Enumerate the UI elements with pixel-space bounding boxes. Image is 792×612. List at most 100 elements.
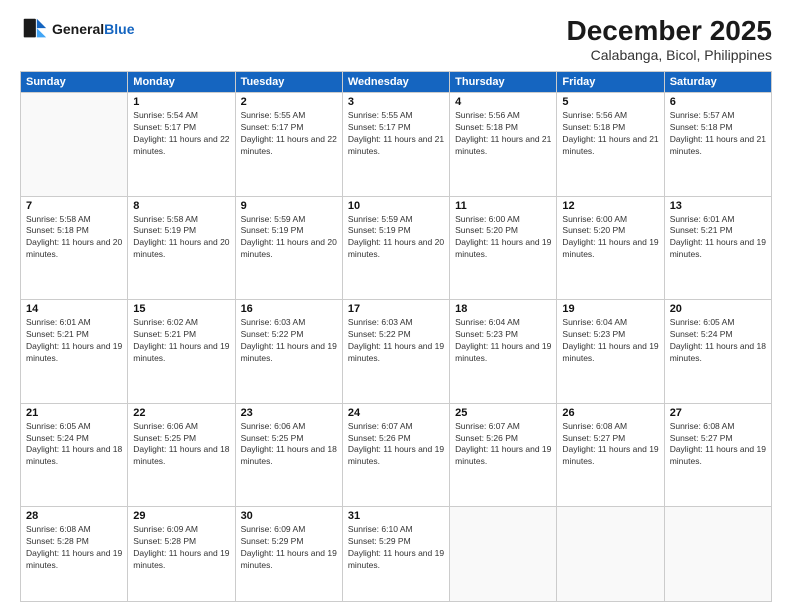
title-block: December 2025 Calabanga, Bicol, Philippi… [567, 15, 772, 63]
cell-info: Sunrise: 5:58 AMSunset: 5:18 PMDaylight:… [26, 214, 122, 260]
cell-info: Sunrise: 5:57 AMSunset: 5:18 PMDaylight:… [670, 110, 766, 156]
cell-info: Sunrise: 5:59 AMSunset: 5:19 PMDaylight:… [348, 214, 444, 260]
cell-info: Sunrise: 5:56 AMSunset: 5:18 PMDaylight:… [455, 110, 551, 156]
cell-info: Sunrise: 6:09 AMSunset: 5:28 PMDaylight:… [133, 524, 229, 570]
cell-info: Sunrise: 6:08 AMSunset: 5:28 PMDaylight:… [26, 524, 122, 570]
cell-info: Sunrise: 6:08 AMSunset: 5:27 PMDaylight:… [562, 421, 658, 467]
calendar-cell: 7 Sunrise: 5:58 AMSunset: 5:18 PMDayligh… [21, 196, 128, 300]
calendar-cell: 1 Sunrise: 5:54 AMSunset: 5:17 PMDayligh… [128, 93, 235, 197]
calendar-week-row: 1 Sunrise: 5:54 AMSunset: 5:17 PMDayligh… [21, 93, 772, 197]
day-number: 17 [348, 303, 444, 315]
calendar-cell: 23 Sunrise: 6:06 AMSunset: 5:25 PMDaylig… [235, 403, 342, 507]
day-number: 3 [348, 96, 444, 108]
day-number: 7 [26, 200, 122, 212]
cell-info: Sunrise: 5:55 AMSunset: 5:17 PMDaylight:… [241, 110, 337, 156]
weekday-header-wednesday: Wednesday [342, 72, 449, 93]
logo-icon [20, 15, 48, 43]
calendar-cell: 29 Sunrise: 6:09 AMSunset: 5:28 PMDaylig… [128, 507, 235, 602]
weekday-header-tuesday: Tuesday [235, 72, 342, 93]
cell-info: Sunrise: 6:01 AMSunset: 5:21 PMDaylight:… [670, 214, 766, 260]
day-number: 29 [133, 510, 229, 522]
calendar-week-row: 21 Sunrise: 6:05 AMSunset: 5:24 PMDaylig… [21, 403, 772, 507]
weekday-header-row: SundayMondayTuesdayWednesdayThursdayFrid… [21, 72, 772, 93]
calendar-cell: 10 Sunrise: 5:59 AMSunset: 5:19 PMDaylig… [342, 196, 449, 300]
cell-info: Sunrise: 6:01 AMSunset: 5:21 PMDaylight:… [26, 317, 122, 363]
calendar-cell: 8 Sunrise: 5:58 AMSunset: 5:19 PMDayligh… [128, 196, 235, 300]
weekday-header-thursday: Thursday [450, 72, 557, 93]
calendar-cell: 24 Sunrise: 6:07 AMSunset: 5:26 PMDaylig… [342, 403, 449, 507]
day-number: 26 [562, 407, 658, 419]
day-number: 13 [670, 200, 766, 212]
calendar-cell: 28 Sunrise: 6:08 AMSunset: 5:28 PMDaylig… [21, 507, 128, 602]
cell-info: Sunrise: 6:03 AMSunset: 5:22 PMDaylight:… [241, 317, 337, 363]
cell-info: Sunrise: 6:09 AMSunset: 5:29 PMDaylight:… [241, 524, 337, 570]
cell-info: Sunrise: 6:03 AMSunset: 5:22 PMDaylight:… [348, 317, 444, 363]
weekday-header-friday: Friday [557, 72, 664, 93]
cell-info: Sunrise: 6:06 AMSunset: 5:25 PMDaylight:… [241, 421, 337, 467]
weekday-header-monday: Monday [128, 72, 235, 93]
calendar-cell [664, 507, 771, 602]
cell-info: Sunrise: 6:10 AMSunset: 5:29 PMDaylight:… [348, 524, 444, 570]
calendar-cell: 22 Sunrise: 6:06 AMSunset: 5:25 PMDaylig… [128, 403, 235, 507]
cell-info: Sunrise: 6:05 AMSunset: 5:24 PMDaylight:… [26, 421, 122, 467]
calendar-cell: 19 Sunrise: 6:04 AMSunset: 5:23 PMDaylig… [557, 300, 664, 404]
day-number: 30 [241, 510, 337, 522]
day-number: 2 [241, 96, 337, 108]
page: GeneralBlue December 2025 Calabanga, Bic… [0, 0, 792, 612]
day-number: 18 [455, 303, 551, 315]
cell-info: Sunrise: 6:07 AMSunset: 5:26 PMDaylight:… [348, 421, 444, 467]
calendar-cell: 11 Sunrise: 6:00 AMSunset: 5:20 PMDaylig… [450, 196, 557, 300]
calendar-cell: 18 Sunrise: 6:04 AMSunset: 5:23 PMDaylig… [450, 300, 557, 404]
calendar-cell [21, 93, 128, 197]
cell-info: Sunrise: 6:07 AMSunset: 5:26 PMDaylight:… [455, 421, 551, 467]
calendar-cell: 9 Sunrise: 5:59 AMSunset: 5:19 PMDayligh… [235, 196, 342, 300]
weekday-header-sunday: Sunday [21, 72, 128, 93]
calendar-cell [450, 507, 557, 602]
calendar-cell [557, 507, 664, 602]
day-number: 16 [241, 303, 337, 315]
day-number: 8 [133, 200, 229, 212]
calendar-cell: 20 Sunrise: 6:05 AMSunset: 5:24 PMDaylig… [664, 300, 771, 404]
cell-info: Sunrise: 6:00 AMSunset: 5:20 PMDaylight:… [455, 214, 551, 260]
weekday-header-saturday: Saturday [664, 72, 771, 93]
calendar-cell: 4 Sunrise: 5:56 AMSunset: 5:18 PMDayligh… [450, 93, 557, 197]
calendar-cell: 12 Sunrise: 6:00 AMSunset: 5:20 PMDaylig… [557, 196, 664, 300]
day-number: 28 [26, 510, 122, 522]
cell-info: Sunrise: 5:58 AMSunset: 5:19 PMDaylight:… [133, 214, 229, 260]
logo: GeneralBlue [20, 15, 134, 43]
calendar-cell: 21 Sunrise: 6:05 AMSunset: 5:24 PMDaylig… [21, 403, 128, 507]
day-number: 25 [455, 407, 551, 419]
cell-info: Sunrise: 5:55 AMSunset: 5:17 PMDaylight:… [348, 110, 444, 156]
day-number: 31 [348, 510, 444, 522]
calendar-cell: 31 Sunrise: 6:10 AMSunset: 5:29 PMDaylig… [342, 507, 449, 602]
day-number: 12 [562, 200, 658, 212]
calendar-cell: 16 Sunrise: 6:03 AMSunset: 5:22 PMDaylig… [235, 300, 342, 404]
day-number: 22 [133, 407, 229, 419]
day-number: 10 [348, 200, 444, 212]
day-number: 24 [348, 407, 444, 419]
cell-info: Sunrise: 5:56 AMSunset: 5:18 PMDaylight:… [562, 110, 658, 156]
calendar-cell: 5 Sunrise: 5:56 AMSunset: 5:18 PMDayligh… [557, 93, 664, 197]
calendar-cell: 6 Sunrise: 5:57 AMSunset: 5:18 PMDayligh… [664, 93, 771, 197]
cell-info: Sunrise: 5:59 AMSunset: 5:19 PMDaylight:… [241, 214, 337, 260]
day-number: 15 [133, 303, 229, 315]
day-number: 6 [670, 96, 766, 108]
calendar-cell: 26 Sunrise: 6:08 AMSunset: 5:27 PMDaylig… [557, 403, 664, 507]
day-number: 9 [241, 200, 337, 212]
logo-text: GeneralBlue [52, 21, 134, 38]
cell-info: Sunrise: 6:04 AMSunset: 5:23 PMDaylight:… [455, 317, 551, 363]
cell-info: Sunrise: 5:54 AMSunset: 5:17 PMDaylight:… [133, 110, 229, 156]
day-number: 14 [26, 303, 122, 315]
day-number: 11 [455, 200, 551, 212]
day-number: 5 [562, 96, 658, 108]
calendar-cell: 27 Sunrise: 6:08 AMSunset: 5:27 PMDaylig… [664, 403, 771, 507]
day-number: 19 [562, 303, 658, 315]
cell-info: Sunrise: 6:05 AMSunset: 5:24 PMDaylight:… [670, 317, 766, 363]
day-number: 4 [455, 96, 551, 108]
calendar-cell: 15 Sunrise: 6:02 AMSunset: 5:21 PMDaylig… [128, 300, 235, 404]
calendar-cell: 3 Sunrise: 5:55 AMSunset: 5:17 PMDayligh… [342, 93, 449, 197]
day-number: 21 [26, 407, 122, 419]
calendar-cell: 25 Sunrise: 6:07 AMSunset: 5:26 PMDaylig… [450, 403, 557, 507]
calendar-cell: 14 Sunrise: 6:01 AMSunset: 5:21 PMDaylig… [21, 300, 128, 404]
cell-info: Sunrise: 6:08 AMSunset: 5:27 PMDaylight:… [670, 421, 766, 467]
